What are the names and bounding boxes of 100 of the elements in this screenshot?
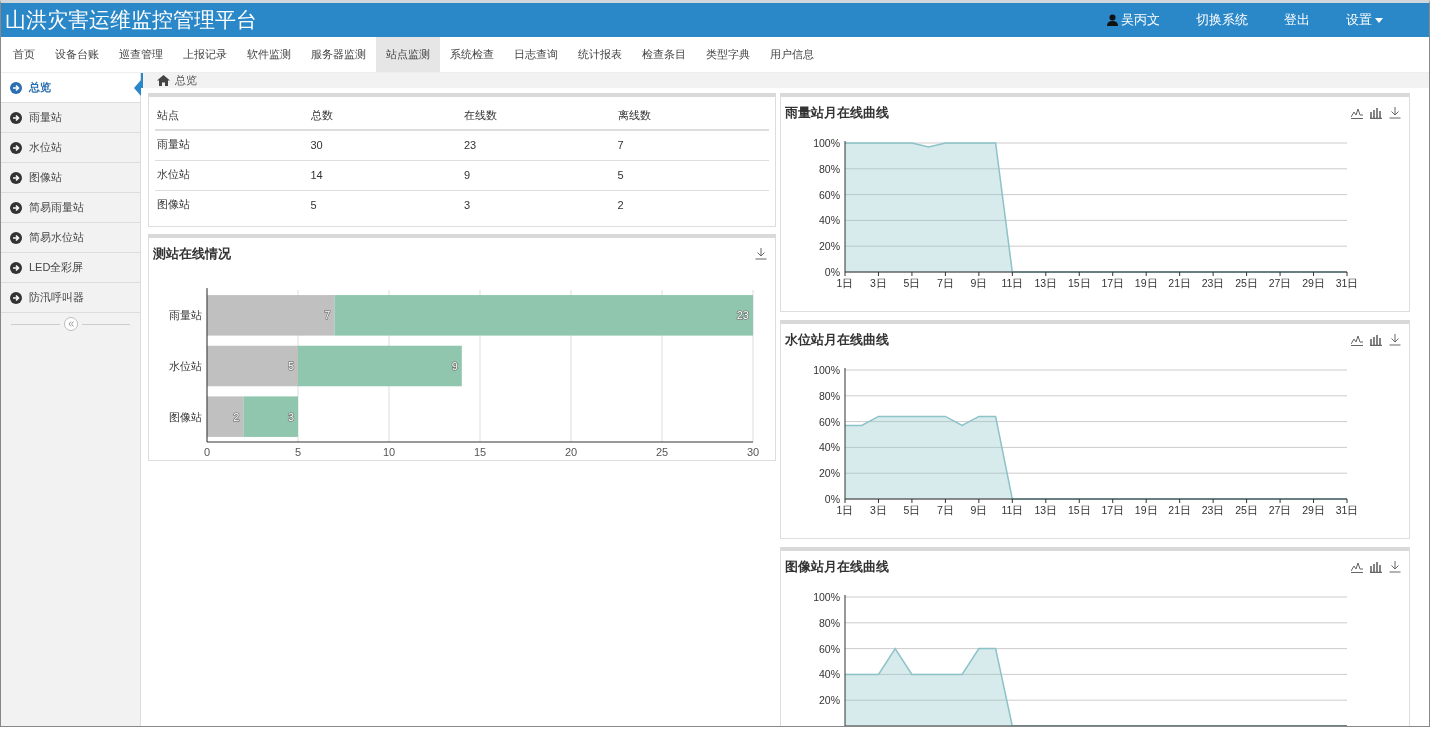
arrow-circle-icon — [10, 171, 22, 184]
download-icon[interactable] — [1389, 561, 1401, 573]
axis-label: 9日 — [970, 277, 988, 289]
nav-tab[interactable]: 用户信息 — [760, 37, 824, 72]
axis-label: 40% — [819, 441, 840, 454]
sidebar-item[interactable]: 简易水位站 — [1, 223, 140, 253]
axis-label: 60% — [819, 415, 840, 428]
axis-label: 21日 — [1168, 277, 1191, 289]
table-cell: 水位站 — [155, 160, 309, 191]
axis-label: 40% — [819, 214, 840, 227]
sidebar-item[interactable]: 总览 — [1, 73, 140, 103]
header-link[interactable]: 登出 — [1266, 11, 1328, 29]
sidebar-item[interactable]: 水位站 — [1, 133, 140, 163]
line-chart-icon[interactable] — [1351, 561, 1363, 573]
axis-label: 7日 — [937, 504, 954, 516]
nav-tab[interactable]: 设备台账 — [45, 37, 109, 72]
axis-label: 60% — [819, 642, 840, 655]
breadcrumb-text: 总览 — [175, 73, 197, 88]
arrow-circle-icon — [10, 231, 22, 244]
nav-tab[interactable]: 日志查询 — [504, 37, 568, 72]
nav-tab[interactable]: 服务器监测 — [301, 37, 376, 72]
user-link[interactable]: 吴丙文 — [1089, 11, 1178, 29]
nav-tab[interactable]: 软件监测 — [237, 37, 301, 72]
axis-label: 60% — [819, 188, 840, 201]
line-chart-icon[interactable] — [1351, 334, 1363, 346]
axis-label: 水位站 — [169, 360, 202, 372]
caret-icon — [1375, 17, 1383, 23]
axis-label: 0% — [824, 493, 840, 505]
column-header: 站点 — [155, 101, 309, 130]
sidebar-item[interactable]: 简易雨量站 — [1, 193, 140, 223]
data-label: 2 — [233, 410, 240, 423]
axis-label: 20% — [819, 467, 840, 480]
axis-label: 雨量站 — [169, 309, 202, 322]
column-header: 离线数 — [615, 101, 769, 130]
table-cell: 3 — [462, 190, 616, 220]
axis-label: 0% — [824, 266, 840, 278]
axis-label: 25 — [655, 446, 669, 458]
axis-label: 20% — [819, 240, 840, 253]
bar-chart-icon[interactable] — [1370, 107, 1382, 119]
axis-label: 17日 — [1101, 277, 1125, 289]
sidebar-item[interactable]: 图像站 — [1, 163, 140, 193]
table-cell: 14 — [308, 160, 462, 191]
axis-label: 40% — [819, 668, 840, 681]
nav-tab[interactable]: 统计报表 — [568, 37, 632, 72]
bar-chart-icon[interactable] — [1370, 561, 1382, 573]
arrow-circle-icon — [10, 111, 22, 124]
axis-label: 13日 — [1034, 277, 1058, 289]
axis-label: 80% — [819, 389, 840, 402]
settings-menu[interactable]: 设置 — [1328, 11, 1401, 29]
axis-label: 1日 — [836, 504, 854, 516]
bar-chart-icon[interactable] — [1370, 334, 1382, 346]
user-icon — [1107, 14, 1118, 26]
app-title: 山洪灾害运维监控管理平台 — [5, 7, 258, 33]
table-cell: 7 — [615, 130, 769, 161]
nav-tab[interactable]: 巡查管理 — [109, 37, 173, 72]
axis-label: 11日 — [1001, 504, 1024, 516]
axis-label: 15日 — [1067, 277, 1091, 289]
panel-title: 水位站月在线曲线 — [785, 331, 890, 349]
axis-label: 100% — [813, 137, 840, 149]
nav-tab[interactable]: 首页 — [3, 37, 45, 72]
column-header: 总数 — [308, 101, 462, 130]
table-cell: 图像站 — [155, 190, 309, 220]
download-icon[interactable] — [1389, 334, 1401, 346]
nav-tab[interactable]: 站点监测 — [376, 37, 440, 72]
axis-label: 100% — [813, 591, 840, 603]
arrow-circle-icon — [10, 201, 22, 214]
arrow-circle-icon — [10, 261, 22, 274]
sidebar-item[interactable]: LED全彩屏 — [1, 253, 140, 283]
download-icon[interactable] — [755, 248, 767, 260]
axis-label: 3日 — [870, 504, 887, 516]
axis-label: 20% — [819, 694, 840, 707]
table-cell: 23 — [462, 130, 616, 161]
axis-label: 80% — [819, 616, 840, 629]
header-link[interactable]: 切换系统 — [1178, 11, 1266, 29]
table-cell: 2 — [615, 190, 769, 220]
table-cell: 雨量站 — [155, 130, 309, 161]
panel-title: 图像站月在线曲线 — [785, 558, 890, 576]
axis-label: 25日 — [1235, 277, 1258, 289]
nav-tab[interactable]: 上报记录 — [173, 37, 237, 72]
table-cell: 5 — [615, 160, 769, 191]
axis-label: 31日 — [1335, 504, 1359, 516]
axis-label: 19日 — [1134, 504, 1158, 516]
nav-tab[interactable]: 类型字典 — [696, 37, 760, 72]
data-label: 9 — [451, 360, 458, 372]
line-chart-icon[interactable] — [1351, 107, 1363, 119]
nav-tab[interactable]: 检查条目 — [632, 37, 696, 72]
data-label: 3 — [287, 410, 294, 423]
axis-label: 9日 — [970, 504, 988, 516]
axis-label: 5日 — [903, 277, 921, 289]
axis-label: 80% — [819, 162, 840, 175]
nav-tab[interactable]: 系统检查 — [440, 37, 504, 72]
sidebar-item[interactable]: 防汛呼叫器 — [1, 283, 140, 313]
sidebar-item[interactable]: 雨量站 — [1, 103, 140, 133]
axis-label: 20 — [564, 446, 578, 458]
download-icon[interactable] — [1389, 107, 1401, 119]
axis-label: 27日 — [1268, 277, 1292, 289]
arrow-circle-icon — [10, 81, 22, 94]
axis-label: 30 — [746, 446, 760, 458]
axis-label: 10 — [382, 446, 396, 458]
axis-label: 0 — [203, 446, 211, 458]
